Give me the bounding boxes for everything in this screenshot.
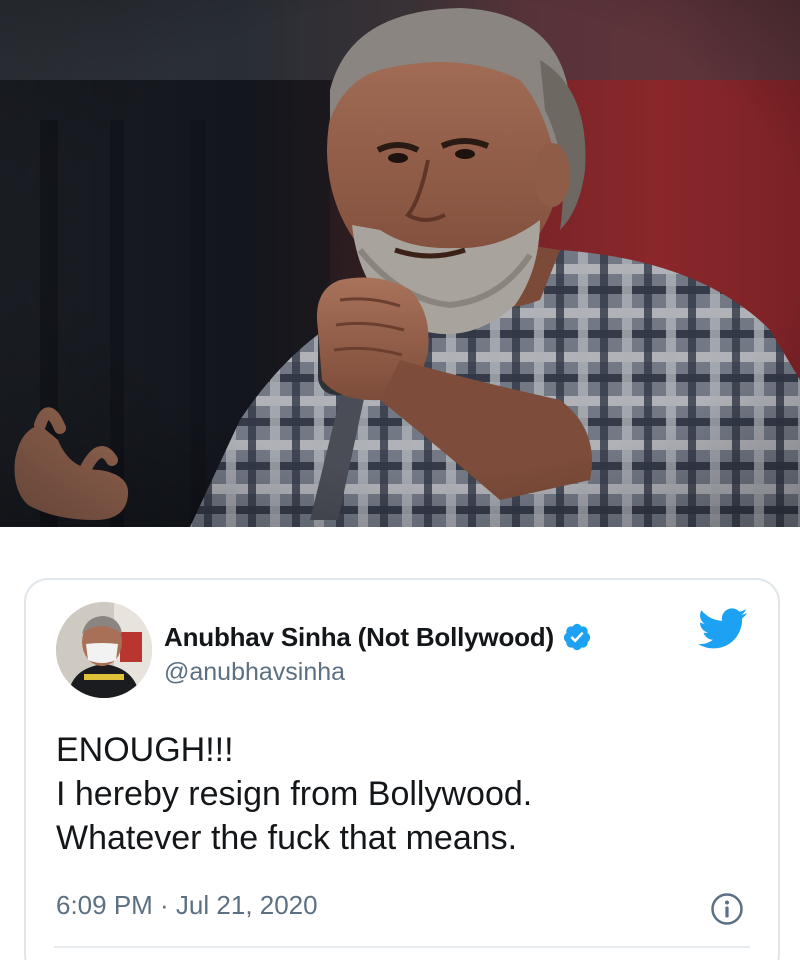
divider	[54, 946, 750, 948]
tweet-timestamp[interactable]: 6:09 PM · Jul 21, 2020	[56, 890, 318, 921]
info-icon[interactable]	[710, 892, 744, 926]
display-name[interactable]: Anubhav Sinha (Not Bollywood)	[164, 622, 554, 653]
speaker-photo-illustration	[0, 0, 800, 527]
avatar-photo	[56, 602, 152, 698]
avatar[interactable]	[56, 602, 152, 698]
verified-badge-icon	[563, 623, 591, 651]
tweet-card[interactable]: Anubhav Sinha (Not Bollywood) @anubhavsi…	[24, 578, 780, 960]
author-name-row: Anubhav Sinha (Not Bollywood)	[164, 620, 592, 654]
handle[interactable]: @anubhavsinha	[164, 658, 345, 687]
tweet-text: ENOUGH!!! I hereby resign from Bollywood…	[56, 731, 533, 857]
twitter-bird-icon[interactable]	[698, 608, 748, 650]
header-photo	[0, 0, 800, 527]
